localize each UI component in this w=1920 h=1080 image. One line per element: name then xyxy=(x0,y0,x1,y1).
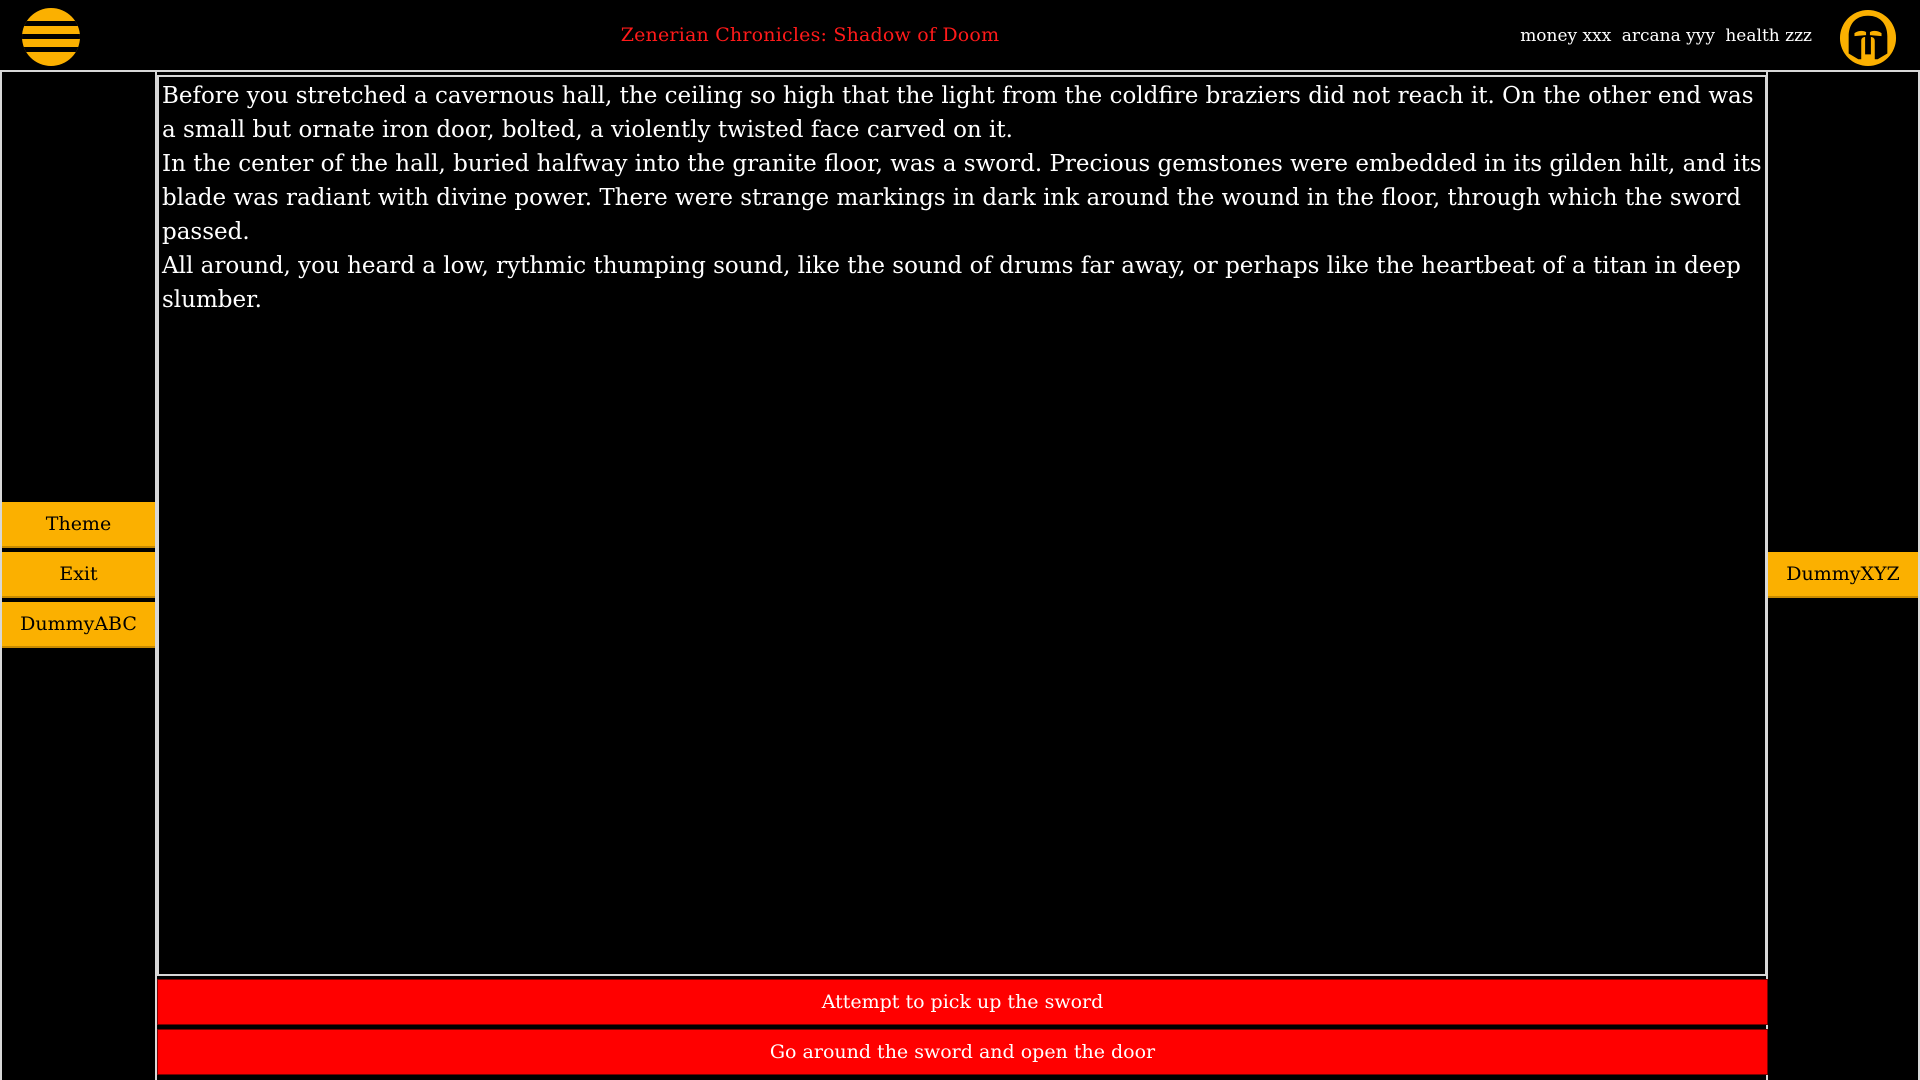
top-bar: Zenerian Chronicles: Shadow of Doom mone… xyxy=(0,0,1920,72)
story-paragraph: Before you stretched a cavernous hall, t… xyxy=(162,83,1754,143)
game-app: Zenerian Chronicles: Shadow of Doom mone… xyxy=(0,0,1920,1080)
game-title: Zenerian Chronicles: Shadow of Doom xyxy=(620,24,1000,46)
exit-button[interactable]: Exit xyxy=(2,552,155,598)
spartan-helmet-icon[interactable] xyxy=(1839,9,1897,67)
money-stat: money xxx xyxy=(1520,26,1612,46)
player-stats: money xxx arcana yyy health zzz xyxy=(1515,26,1812,46)
health-stat: health zzz xyxy=(1725,26,1812,46)
theme-button[interactable]: Theme xyxy=(2,502,155,548)
choice-pick-up-sword-button[interactable]: Attempt to pick up the sword xyxy=(157,979,1768,1025)
hamburger-menu-icon[interactable] xyxy=(22,8,80,66)
choice-open-door-button[interactable]: Go around the sword and open the door xyxy=(157,1029,1768,1075)
story-paragraph: In the center of the hall, buried halfwa… xyxy=(162,151,1762,245)
arcana-stat: arcana yyy xyxy=(1621,26,1715,46)
dummyabc-button[interactable]: DummyABC xyxy=(2,602,155,648)
story-paragraph: All around, you heard a low, rythmic thu… xyxy=(162,253,1741,313)
right-sidebar: DummyXYZ xyxy=(1766,72,1920,1080)
dummyxyz-button[interactable]: DummyXYZ xyxy=(1768,552,1918,598)
left-sidebar: Theme Exit DummyABC xyxy=(0,72,157,1080)
story-text-panel: Before you stretched a cavernous hall, t… xyxy=(157,75,1767,976)
